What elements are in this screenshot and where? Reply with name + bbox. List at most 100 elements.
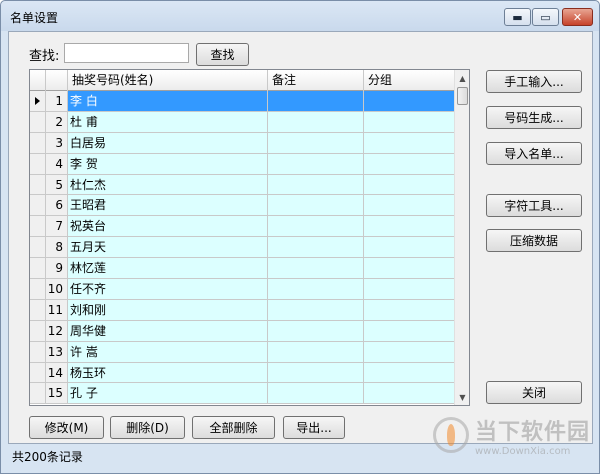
cell-note[interactable] (268, 237, 364, 258)
table-row[interactable]: 8 五月天 (30, 237, 456, 259)
maximize-icon: ▭ (540, 10, 551, 24)
cell-group[interactable] (364, 258, 456, 279)
cell-group[interactable] (364, 362, 456, 383)
cell-name[interactable]: 李 贺 (68, 153, 268, 174)
cell-name[interactable]: 周华健 (68, 320, 268, 341)
table-row[interactable]: 12 周华健 (30, 320, 456, 342)
manual-input-button[interactable]: 手工输入... (486, 70, 582, 93)
row-indicator (30, 91, 46, 111)
cell-note[interactable] (268, 320, 364, 341)
cell-group[interactable] (364, 341, 456, 362)
scroll-thumb[interactable] (457, 87, 468, 105)
cell-name[interactable]: 刘和刚 (68, 299, 268, 320)
table-row[interactable]: 10 任不齐 (30, 279, 456, 300)
cell-note[interactable] (268, 279, 364, 299)
app-window: 名单设置 ▬ ▭ ✕ 查找: 查找 抽奖号码(姓名) 备注 分组 1李 白2杜 … (0, 0, 600, 474)
cell-name[interactable]: 杨玉环 (68, 362, 268, 383)
maximize-button[interactable]: ▭ (532, 8, 559, 26)
minimize-button[interactable]: ▬ (504, 8, 531, 26)
cell-name[interactable]: 林忆莲 (68, 258, 268, 279)
cell-group[interactable] (364, 216, 456, 237)
close-button[interactable]: 关闭 (486, 381, 582, 404)
table-row[interactable]: 11 刘和刚 (30, 299, 456, 321)
watermark-logo-icon (433, 417, 469, 453)
export-button[interactable]: 导出... (283, 416, 345, 439)
cell-group[interactable] (364, 111, 456, 132)
cell-note[interactable] (268, 153, 364, 174)
cell-name[interactable]: 杜仁杰 (68, 174, 268, 195)
table-row[interactable]: 1李 白 (30, 91, 456, 112)
title-bar: 名单设置 ▬ ▭ ✕ (1, 1, 599, 31)
table-row[interactable]: 9 林忆莲 (30, 258, 456, 280)
row-number: 8 (46, 237, 68, 258)
delete-all-button[interactable]: 全部删除 (192, 416, 275, 439)
cell-note[interactable] (268, 132, 364, 153)
cell-note[interactable] (268, 341, 364, 362)
scroll-down-icon[interactable]: ▼ (455, 389, 469, 405)
char-tools-button[interactable]: 字符工具... (486, 194, 582, 217)
cell-note[interactable] (268, 383, 364, 404)
cell-name[interactable]: 五月天 (68, 237, 268, 258)
cell-group[interactable] (364, 195, 456, 216)
column-header-note[interactable]: 备注 (268, 70, 364, 91)
cell-name[interactable]: 任不齐 (68, 279, 268, 299)
cell-note[interactable] (268, 174, 364, 195)
watermark-text: 当下软件园 (475, 419, 591, 445)
row-indicator (30, 383, 46, 404)
cell-group[interactable] (364, 237, 456, 258)
row-number: 4 (46, 153, 68, 174)
cell-group[interactable] (364, 174, 456, 195)
table-row[interactable]: 4李 贺 (30, 153, 456, 175)
scroll-up-icon[interactable]: ▲ (455, 70, 469, 86)
name-list-grid: 抽奖号码(姓名) 备注 分组 1李 白2杜 甫 3 白居易 4 李 贺 5 杜仁杰 6 王昭君 7… (29, 69, 470, 406)
table-row[interactable]: 15 孔 子 (30, 383, 456, 405)
import-list-button[interactable]: 导入名单... (486, 142, 582, 165)
row-number: 1 (46, 91, 68, 111)
cell-name[interactable]: 李 白 (68, 91, 268, 111)
row-number: 7 (46, 216, 68, 237)
cell-name[interactable]: 杜 甫 (68, 111, 268, 132)
cell-note[interactable] (268, 111, 364, 132)
row-indicator (30, 216, 46, 237)
grid-rows: 1李 白2杜 甫 3 白居易 4 李 贺 5 杜仁杰 6 王昭君 7 祝英台 8 五月天 9 林忆莲 10 任不… (30, 91, 456, 405)
close-window-button[interactable]: ✕ (562, 8, 593, 26)
cell-note[interactable] (268, 195, 364, 216)
cell-group[interactable] (364, 279, 456, 299)
cell-name[interactable]: 许 嵩 (68, 341, 268, 362)
generate-numbers-button[interactable]: 号码生成... (486, 106, 582, 129)
row-number: 15 (46, 383, 68, 404)
table-row[interactable]: 3 白居易 (30, 132, 456, 154)
delete-button[interactable]: 删除(D) (110, 416, 185, 439)
cell-note[interactable] (268, 258, 364, 279)
column-header-name[interactable]: 抽奖号码(姓名) (68, 70, 268, 91)
cell-name[interactable]: 王昭君 (68, 195, 268, 216)
cell-group[interactable] (364, 320, 456, 341)
row-number: 9 (46, 258, 68, 279)
cell-group[interactable] (364, 91, 456, 111)
compress-data-button[interactable]: 压缩数据 (486, 229, 582, 252)
cell-group[interactable] (364, 299, 456, 320)
table-row[interactable]: 5 杜仁杰 (30, 174, 456, 196)
cell-note[interactable] (268, 362, 364, 383)
cell-note[interactable] (268, 216, 364, 237)
table-row[interactable]: 13 许 嵩 (30, 341, 456, 363)
cell-name[interactable]: 孔 子 (68, 383, 268, 404)
cell-group[interactable] (364, 383, 456, 404)
table-row[interactable]: 6 王昭君 (30, 195, 456, 217)
record-count: 共200条记录 (12, 450, 83, 464)
find-button[interactable]: 查找 (196, 43, 249, 66)
search-input[interactable] (64, 43, 189, 63)
cell-note[interactable] (268, 299, 364, 320)
cell-note[interactable] (268, 91, 364, 111)
table-row[interactable]: 7 祝英台 (30, 216, 456, 238)
row-number: 12 (46, 320, 68, 341)
cell-group[interactable] (364, 153, 456, 174)
cell-name[interactable]: 祝英台 (68, 216, 268, 237)
edit-button[interactable]: 修改(M) (29, 416, 104, 439)
table-row[interactable]: 14 杨玉环 (30, 362, 456, 384)
vertical-scrollbar[interactable]: ▲ ▼ (454, 70, 469, 405)
cell-group[interactable] (364, 132, 456, 153)
cell-name[interactable]: 白居易 (68, 132, 268, 153)
column-header-group[interactable]: 分组 (364, 70, 456, 91)
table-row[interactable]: 2杜 甫 (30, 111, 456, 133)
